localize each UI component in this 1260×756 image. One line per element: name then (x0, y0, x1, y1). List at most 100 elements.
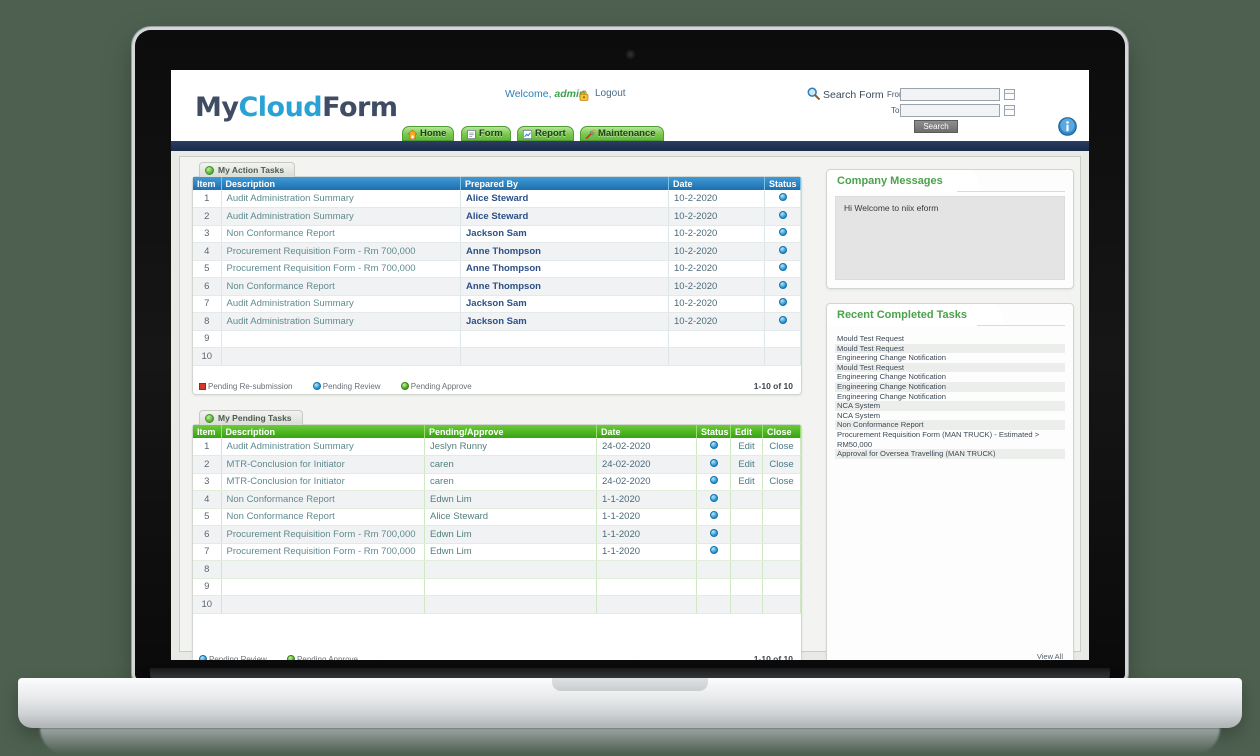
cell-date: 10-2-2020 (668, 242, 765, 261)
web-page: MyCloudForm Welcome, admin Logout Search… (171, 70, 1089, 660)
cell-date (596, 560, 697, 579)
view-all-link[interactable]: View All (1037, 652, 1063, 660)
cell-close[interactable]: Close (762, 438, 801, 456)
logout-link[interactable]: Logout (595, 88, 626, 99)
table-row[interactable]: 2 MTR-Conclusion for Initiator caren 24-02-… (193, 455, 801, 474)
laptop-lid: MyCloudForm Welcome, admin Logout Search… (135, 30, 1125, 680)
list-item[interactable]: Engineering Change Notification (835, 381, 1065, 392)
cell-prepared-by: caren (424, 473, 597, 491)
list-item[interactable]: Procurement Requisition Form (MAN TRUCK)… (835, 430, 1065, 449)
table-row[interactable]: 9 (193, 330, 801, 348)
table-row[interactable]: 5 Procurement Requisition Form - Rm 700,0… (193, 260, 801, 278)
my-pending-tasks-tab[interactable]: My Pending Tasks (199, 410, 303, 425)
cell-description: Procurement Requisition Form - Rm 700,00… (221, 242, 461, 261)
logo-part-my: My (195, 92, 239, 123)
legend-pending-review: Pending Review (312, 382, 390, 391)
search-icon (807, 87, 820, 105)
table-row[interactable]: 8 Audit Administration Summary Jackson Sam… (193, 312, 801, 331)
cell-status (764, 225, 801, 243)
cell-item: 3 (193, 473, 222, 491)
table-header-row: Item Description Pending/Approve Date St… (193, 425, 801, 438)
app-logo[interactable]: MyCloudForm (195, 92, 398, 123)
cell-description (221, 578, 425, 596)
tab-maintenance[interactable]: Maintenance (580, 126, 664, 141)
status-dot-icon (709, 493, 718, 502)
cell-edit[interactable]: Edit (730, 438, 763, 456)
cell-close (762, 578, 801, 596)
cell-status (696, 595, 731, 614)
legend-pending-approve: Pending Approve (400, 382, 481, 391)
table-row[interactable]: 4 Procurement Requisition Form - Rm 700,0… (193, 242, 801, 261)
list-item[interactable]: Mould Test Request (835, 334, 1065, 344)
list-item[interactable]: Approval for Oversea Travelling (MAN TRU… (835, 449, 1065, 459)
pending-tasks-legend: Pending Review Pending Approve (199, 655, 376, 660)
cell-item: 8 (193, 312, 222, 331)
list-item[interactable]: Mould Test Request (835, 343, 1065, 354)
cell-prepared-by: Edwn Lim (424, 490, 597, 509)
cell-description: MTR-Conclusion for Initiator (221, 455, 425, 474)
table-row[interactable]: 7 Procurement Requisition Form - Rm 700,0… (193, 543, 801, 561)
col-status: Status (764, 177, 801, 190)
table-row[interactable]: 4 Non Conformance Report Edwn Lim 1-1-2020 (193, 490, 801, 509)
list-item[interactable]: NCA System (835, 411, 1065, 421)
search-from-input[interactable] (900, 88, 1000, 101)
recent-completed-title: Recent Completed Tasks (827, 304, 994, 326)
table-row[interactable]: 5 Non Conformance Report Alice Steward 1-1-… (193, 508, 801, 526)
table-row[interactable]: 1 Audit Administration Summary Alice Stewa… (193, 190, 801, 208)
table-row[interactable]: 10 (193, 595, 801, 614)
cell-close (762, 525, 801, 544)
status-dot-icon (709, 441, 718, 449)
table-row[interactable]: 3 Non Conformance Report Jackson Sam 10-2-2… (193, 225, 801, 243)
cell-edit[interactable]: Edit (730, 473, 763, 491)
cell-description: Audit Administration Summary (221, 312, 461, 331)
cell-prepared-by: Alice Steward (460, 207, 669, 226)
cell-description (221, 347, 461, 366)
search-to-input[interactable] (900, 104, 1000, 117)
cell-edit (730, 560, 763, 579)
table-row[interactable]: 7 Audit Administration Summary Jackson Sam… (193, 295, 801, 313)
table-row[interactable]: 6 Non Conformance Report Anne Thompson 10-2… (193, 277, 801, 296)
table-row[interactable]: 2 Audit Administration Summary Alice Stewa… (193, 207, 801, 226)
cell-prepared-by (460, 330, 669, 348)
list-item[interactable]: Non Conformance Report (835, 420, 1065, 430)
calendar-icon[interactable] (1004, 89, 1015, 100)
status-dot-icon (709, 546, 718, 555)
cell-close[interactable]: Close (762, 473, 801, 491)
list-item[interactable]: Engineering Change Notification (835, 353, 1065, 363)
tab-report[interactable]: Report (517, 126, 574, 141)
cell-item: 3 (193, 225, 222, 243)
tab-form[interactable]: Form (461, 126, 511, 141)
cell-status (696, 473, 731, 491)
table-row[interactable]: 3 MTR-Conclusion for Initiator caren 24-02-… (193, 473, 801, 491)
to-label: To (891, 106, 900, 115)
cell-close[interactable]: Close (762, 455, 801, 474)
cell-item: 5 (193, 260, 222, 278)
bullet-icon (205, 166, 214, 175)
cell-close (762, 543, 801, 561)
cell-item: 9 (193, 578, 222, 596)
legend-pending-review: Pending Review (199, 655, 276, 660)
status-dot-icon (778, 210, 787, 219)
table-row[interactable]: 9 (193, 578, 801, 596)
tab-home[interactable]: Home (402, 126, 455, 141)
cell-prepared-by: caren (424, 455, 597, 474)
calendar-icon[interactable] (1004, 105, 1015, 116)
cell-status (696, 560, 731, 579)
table-row[interactable]: 8 (193, 560, 801, 579)
content-frame: My Action Tasks Item Description Prepare… (179, 156, 1081, 660)
cell-edit[interactable]: Edit (730, 455, 763, 474)
legend-label: Pending Approve (410, 382, 472, 391)
cell-status (764, 190, 801, 208)
my-action-tasks-tab-label: My Action Tasks (218, 165, 285, 175)
list-item[interactable]: Mould Test Request (835, 362, 1065, 373)
status-dot-icon (778, 193, 787, 201)
list-item[interactable]: NCA System (835, 401, 1065, 411)
cell-status (696, 455, 731, 474)
list-item[interactable]: Engineering Change Notification (835, 372, 1065, 382)
table-row[interactable]: 1 Audit Administration Summary Jeslyn Runn… (193, 438, 801, 456)
cell-prepared-by: Edwn Lim (424, 543, 597, 561)
list-item[interactable]: Engineering Change Notification (835, 392, 1065, 402)
table-row[interactable]: 10 (193, 347, 801, 366)
table-row[interactable]: 6 Procurement Requisition Form - Rm 700,0… (193, 525, 801, 544)
my-action-tasks-tab[interactable]: My Action Tasks (199, 162, 296, 177)
